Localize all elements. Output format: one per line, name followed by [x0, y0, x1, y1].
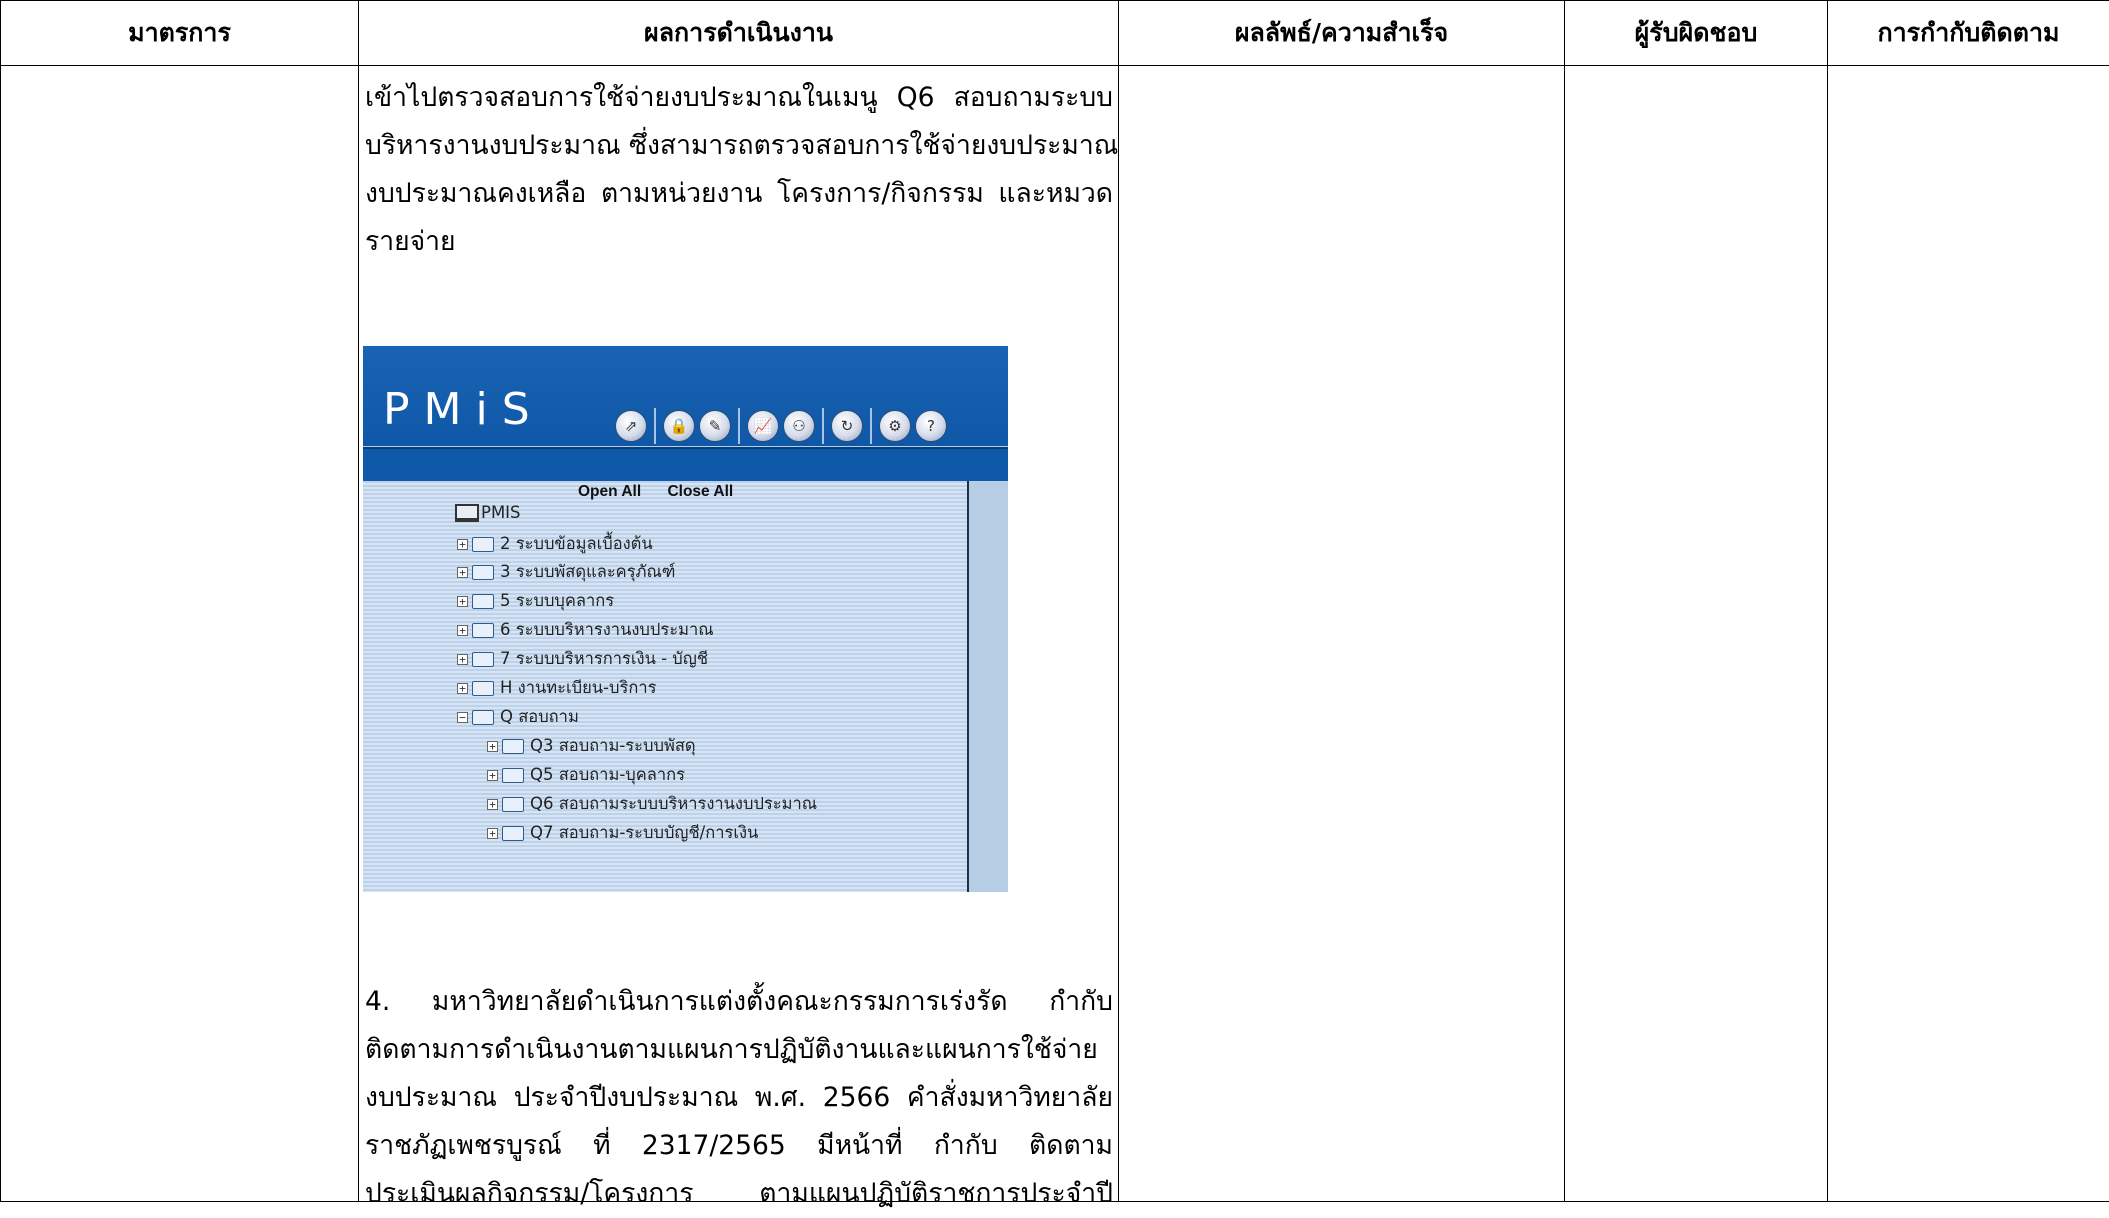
performance-paragraph-2: 4. มหาวิทยาลัยดำเนินการแต่งตั้งคณะกรรมกา… [365, 978, 1113, 1218]
expand-icon[interactable]: + [487, 741, 498, 752]
header-monitoring: การกำกับติดตาม [1828, 1, 2109, 66]
performance-paragraph-1: เข้าไปตรวจสอบการใช้จ่ายงบประมาณในเมนู Q6… [365, 74, 1113, 266]
text-line: งบประมาณคงเหลือ ตามหน่วยงาน โครงการ/กิจก… [365, 170, 1113, 218]
tree-node-label: 3 ระบบพัสดุและครุภัณฑ์ [500, 559, 675, 585]
cell-outcome [1119, 66, 1565, 1202]
pmis-screenshot: PMiS ⇗ 🔒 ✎ 📈 ⚇ ↻ ⚙ [363, 346, 1008, 892]
text-line: ราชภัฏเพชรบูรณ์ ที่ 2317/2565 มีหน้าที่ … [365, 1122, 1113, 1170]
tools-icon[interactable]: ✎ [699, 410, 731, 442]
text-line: งบประมาณ ประจำปีงบประมาณ พ.ศ. 2566 คำสั่… [365, 1074, 1113, 1122]
tree-node[interactable]: + 6 ระบบบริหารงานงบประมาณ [457, 617, 714, 643]
expand-icon[interactable]: + [457, 654, 468, 665]
text-line: รายจ่าย [365, 218, 1113, 266]
folder-icon [472, 652, 494, 667]
table-row: เข้าไปตรวจสอบการใช้จ่ายงบประมาณในเมนู Q6… [1, 66, 2109, 1202]
cell-responsible [1565, 66, 1828, 1202]
tree-child[interactable]: + Q6 สอบถามระบบบริหารงานงบประมาณ [487, 791, 817, 817]
expand-icon[interactable]: + [457, 539, 468, 550]
pmis-tree-panel: Open All Close All PMIS + 2 ระบบข้อมูลเบ… [363, 481, 969, 892]
pmis-right-panel [969, 481, 1008, 892]
cell-monitoring [1828, 66, 2109, 1202]
tree-child[interactable]: + Q5 สอบถาม-บุคลากร [487, 762, 685, 788]
pmis-header: PMiS ⇗ 🔒 ✎ 📈 ⚇ ↻ ⚙ [363, 346, 1008, 446]
close-all-link[interactable]: Close All [667, 483, 733, 500]
expand-icon[interactable]: + [457, 683, 468, 694]
tree-child[interactable]: + Q7 สอบถาม-ระบบบัญชี/การเงิน [487, 820, 758, 846]
folder-icon [472, 623, 494, 638]
tree-node[interactable]: − Q สอบถาม [457, 704, 579, 730]
text-line: ติดตามการดำเนินงานตามแผนการปฏิบัติงานและ… [365, 1026, 1113, 1074]
tree-root[interactable]: PMIS [455, 503, 521, 522]
tree-node-label: Q6 สอบถามระบบบริหารงานงบประมาณ [530, 791, 817, 817]
toolbar-separator [822, 408, 824, 444]
tree-controls: Open All Close All [578, 483, 755, 501]
cell-measures [1, 66, 359, 1202]
tree-node-label: Q3 สอบถาม-ระบบพัสดุ [530, 733, 696, 759]
expand-icon[interactable]: + [457, 625, 468, 636]
tree-node[interactable]: + 3 ระบบพัสดุและครุภัณฑ์ [457, 559, 675, 585]
expand-icon[interactable]: + [487, 799, 498, 810]
folder-icon [472, 681, 494, 696]
header-row: มาตรการ ผลการดำเนินงาน ผลลัพธ์/ความสำเร็… [1, 1, 2109, 66]
header-performance: ผลการดำเนินงาน [359, 1, 1119, 66]
tree-node-label: 6 ระบบบริหารงานงบประมาณ [500, 617, 714, 643]
tree-node-label: Q สอบถาม [500, 704, 579, 730]
tree-node[interactable]: + 2 ระบบข้อมูลเบื้องต้น [457, 531, 653, 557]
chart-icon[interactable]: 📈 [747, 410, 779, 442]
pmis-subbar [363, 449, 1008, 481]
toolbar-separator [870, 408, 872, 444]
tree-root-label: PMIS [481, 503, 521, 522]
expand-icon[interactable]: + [457, 596, 468, 607]
refresh-icon[interactable]: ↻ [831, 410, 863, 442]
expand-icon[interactable]: + [457, 567, 468, 578]
open-all-link[interactable]: Open All [578, 483, 641, 500]
computer-icon [455, 504, 479, 522]
toolbar-separator [654, 408, 656, 444]
lock-icon[interactable]: 🔒 [663, 410, 695, 442]
report-table: มาตรการ ผลการดำเนินงาน ผลลัพธ์/ความสำเร็… [0, 0, 2109, 1202]
cell-performance: เข้าไปตรวจสอบการใช้จ่ายงบประมาณในเมนู Q6… [359, 66, 1119, 1202]
expand-icon[interactable]: + [487, 828, 498, 839]
folder-icon [502, 739, 524, 754]
expand-icon[interactable]: + [487, 770, 498, 781]
folder-icon [472, 537, 494, 552]
toolbar-separator [738, 408, 740, 444]
tree-node[interactable]: + 7 ระบบบริหารการเงิน - บัญชี [457, 646, 708, 672]
tree-node-label: Q5 สอบถาม-บุคลากร [530, 762, 685, 788]
tree-node[interactable]: + H งานทะเบียน-บริการ [457, 675, 656, 701]
folder-icon [472, 594, 494, 609]
header-responsible: ผู้รับผิดชอบ [1565, 1, 1828, 66]
header-measures: มาตรการ [1, 1, 359, 66]
folder-icon [502, 768, 524, 783]
tree-node-label: Q7 สอบถาม-ระบบบัญชี/การเงิน [530, 820, 758, 846]
text-line: เข้าไปตรวจสอบการใช้จ่ายงบประมาณในเมนู Q6… [365, 74, 1113, 122]
pmis-logo: PMiS [383, 384, 544, 435]
folder-icon [502, 797, 524, 812]
org-icon[interactable]: ⚇ [783, 410, 815, 442]
tree-node[interactable]: + 5 ระบบบุคลากร [457, 588, 614, 614]
tree-child[interactable]: + Q3 สอบถาม-ระบบพัสดุ [487, 733, 696, 759]
folder-icon[interactable]: ⇗ [615, 410, 647, 442]
tree-node-label: H งานทะเบียน-บริการ [500, 675, 656, 701]
folder-icon [502, 826, 524, 841]
text-line: 4. มหาวิทยาลัยดำเนินการแต่งตั้งคณะกรรมกา… [365, 978, 1113, 1026]
tree-node-label: 2 ระบบข้อมูลเบื้องต้น [500, 531, 653, 557]
help-icon[interactable]: ? [915, 410, 947, 442]
text-line: บริหารงานงบประมาณ ซึ่งสามารถตรวจสอบการใช… [365, 122, 1113, 170]
text-line: ประเมินผลกิจกรรม/โครงการ ตามแผนปฏิบัติรา… [365, 1170, 1113, 1218]
header-outcome: ผลลัพธ์/ความสำเร็จ [1119, 1, 1565, 66]
collapse-icon[interactable]: − [457, 712, 468, 723]
tree-node-label: 5 ระบบบุคลากร [500, 588, 614, 614]
tree-node-label: 7 ระบบบริหารการเงิน - บัญชี [500, 646, 708, 672]
settings-icon[interactable]: ⚙ [879, 410, 911, 442]
folder-icon [472, 565, 494, 580]
open-folder-icon [472, 710, 494, 725]
pmis-toolbar: ⇗ 🔒 ✎ 📈 ⚇ ↻ ⚙ ? [615, 410, 947, 444]
